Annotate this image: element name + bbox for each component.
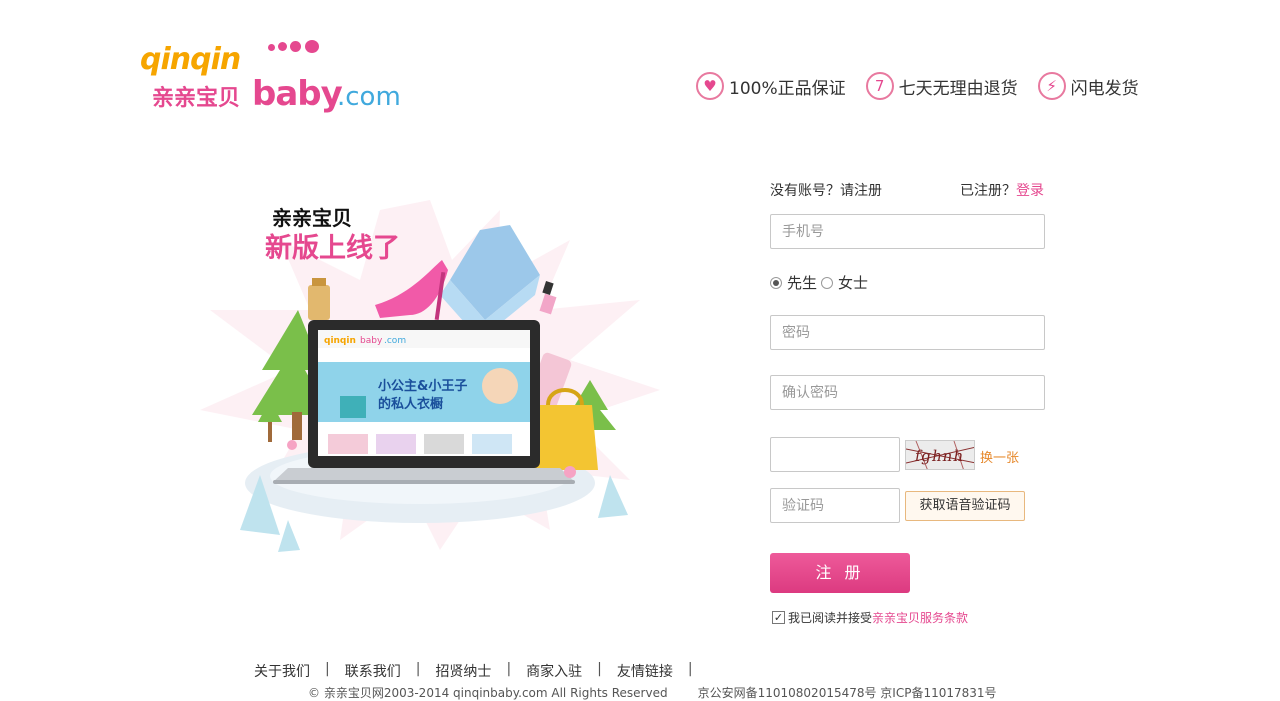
site-logo[interactable]: qinqin 亲亲宝贝 baby .com	[140, 38, 410, 118]
promo-illustration: qinqin baby .com 小公主&小王子 的私人衣橱 亲亲宝贝 新版上线…	[180, 190, 680, 560]
logo-baby-text: baby	[252, 74, 343, 114]
voice-code-button[interactable]: 获取语音验证码	[905, 491, 1025, 521]
svg-text:的私人衣橱: 的私人衣橱	[378, 396, 443, 412]
service-promises: ♥ 100%正品保证 7 七天无理由退货 ⚡ 闪电发货	[696, 72, 1159, 100]
terms-link[interactable]: 亲亲宝贝服务条款	[872, 609, 968, 626]
gender-selector: 先生 女士	[770, 272, 868, 293]
gender-male-radio[interactable]	[770, 276, 782, 289]
footer-separator: |	[687, 661, 693, 677]
svg-text:baby: baby	[360, 336, 383, 346]
copyright-line: © 亲亲宝贝网2003-2014 qinqinbaby.com All Righ…	[308, 684, 997, 701]
login-link[interactable]: 登录	[1016, 183, 1044, 199]
promise-label: 闪电发货	[1070, 78, 1139, 99]
svg-text:小公主&小王子: 小公主&小王子	[378, 378, 467, 394]
confirm-password-input[interactable]	[770, 375, 1045, 410]
icp-text: 京公安网备11010802015478号 京ICP备11017831号	[697, 686, 997, 700]
logo-chinese-text: 亲亲宝贝	[152, 86, 241, 111]
gender-male-label[interactable]: 先生	[787, 272, 817, 293]
register-button[interactable]: 注 册	[770, 553, 910, 593]
svg-text:qinqin: qinqin	[324, 336, 356, 346]
footer-link-careers[interactable]: 招贤纳士	[435, 661, 491, 681]
phone-input[interactable]	[770, 214, 1045, 249]
sms-code-input[interactable]	[770, 488, 900, 523]
footer-separator: |	[415, 661, 421, 677]
footer-link-contact[interactable]: 联系我们	[345, 661, 401, 681]
agree-text: 我已阅读并接受	[788, 611, 873, 625]
logo-dots	[268, 40, 328, 54]
footer-links: 关于我们 | 联系我们 | 招贤纳士 | 商家入驻 | 友情链接 |	[254, 661, 708, 681]
footer-separator: |	[597, 661, 602, 677]
promise-return: 7 七天无理由退货	[865, 72, 1018, 100]
has-account-text: 已注册？	[960, 183, 1016, 199]
gender-female-label[interactable]: 女士	[838, 272, 868, 293]
register-form-header: 没有账号？请注册 已注册？登录	[770, 178, 1060, 200]
captcha-input[interactable]	[770, 437, 900, 472]
promise-label: 七天无理由退货	[898, 78, 1018, 99]
footer-separator: |	[325, 661, 330, 677]
captcha-refresh-link[interactable]: 换一张	[980, 447, 1019, 466]
copyright-text: © 亲亲宝贝网2003-2014 qinqinbaby.com All Righ…	[308, 686, 668, 700]
logo-english-text: qinqin	[140, 42, 241, 77]
footer-separator: |	[506, 661, 512, 677]
footer-link-about[interactable]: 关于我们	[254, 661, 310, 681]
password-input[interactable]	[770, 315, 1045, 350]
footer-link-merchants[interactable]: 商家入驻	[526, 661, 582, 681]
svg-text:.com: .com	[384, 336, 406, 346]
promo-artwork: qinqin baby .com 小公主&小王子 的私人衣橱	[200, 200, 660, 552]
lightning-icon: ⚡	[1037, 72, 1066, 100]
no-account-text: 没有账号？请注册	[770, 183, 882, 199]
promise-fast-delivery: ⚡ 闪电发货	[1037, 72, 1139, 100]
has-account-prompt: 已注册？登录	[960, 180, 1044, 200]
agree-checkbox[interactable]: ✓	[772, 611, 785, 624]
logo-domain-text: .com	[337, 82, 401, 112]
gender-female-radio[interactable]	[821, 276, 834, 289]
footer-link-friends[interactable]: 友情链接	[617, 661, 673, 681]
shield-icon: ♥	[696, 72, 724, 100]
captcha-image[interactable]: fghnh	[905, 440, 975, 470]
captcha-text: fghnh	[913, 447, 966, 465]
terms-agreement: ✓ 我已阅读并接受 亲亲宝贝服务条款	[772, 609, 968, 626]
seven-icon: 7	[865, 72, 894, 100]
promise-label: 100%正品保证	[729, 78, 846, 99]
promo-title-line2: 新版上线了	[265, 233, 400, 264]
promise-authentic: ♥ 100%正品保证	[696, 72, 846, 100]
